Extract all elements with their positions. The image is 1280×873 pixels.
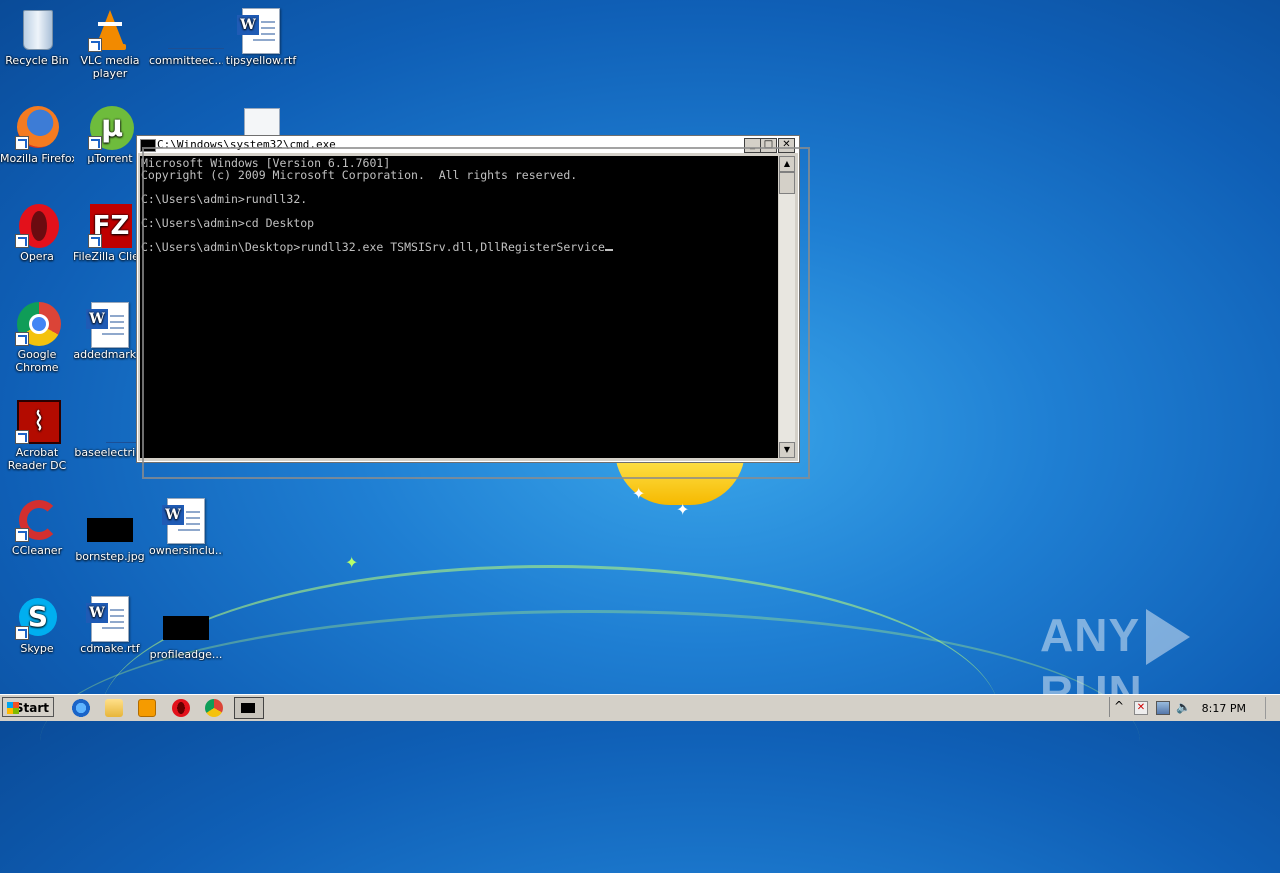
taskbar-cmd-button[interactable] — [234, 697, 264, 719]
desktop-icon-ccleaner[interactable]: CCleaner — [0, 498, 74, 557]
desktop-icon-label: profileadge... — [149, 648, 223, 661]
desktop-icon-label: Recycle Bin — [5, 54, 69, 67]
watermark-left: ANY — [1040, 609, 1141, 661]
cmd-window-title: C:\Windows\system32\cmd.exe — [157, 138, 336, 151]
word-document-icon: W — [237, 8, 283, 54]
cmd-icon — [241, 703, 255, 713]
desktop-icon-label: committeec... — [149, 54, 223, 67]
desktop-icon-firefox[interactable]: Mozilla Firefox — [0, 106, 74, 165]
text-cursor — [604, 249, 613, 251]
network-icon[interactable] — [1156, 701, 1170, 715]
shortcut-arrow-icon — [88, 38, 102, 52]
scroll-up-button[interactable]: ▲ — [779, 156, 795, 172]
console-line: C:\Users\admin>cd Desktop — [141, 216, 315, 230]
desktop-icon-committee[interactable]: committeec... — [149, 8, 224, 67]
windows-logo-icon — [7, 702, 19, 714]
desktop-icon-profileadge[interactable]: profileadge... — [149, 606, 223, 661]
shortcut-arrow-icon — [15, 136, 29, 150]
recycle-bin-icon — [15, 8, 59, 52]
image-thumbnail-icon — [87, 518, 133, 542]
system-tray: ^ ✕ 🔈 8:17 PM — [1109, 697, 1280, 719]
desktop-icon-label: Skype — [20, 642, 54, 655]
acrobat-icon: ⌇ — [15, 400, 61, 444]
desktop-icon-label: cdmake.rtf — [80, 642, 140, 655]
desktop-icon-chrome[interactable]: Google Chrome — [0, 302, 74, 374]
utorrent-icon: µ — [88, 106, 134, 150]
chrome-icon — [15, 302, 61, 346]
word-document-icon: W — [86, 302, 132, 348]
maximize-button[interactable]: □ — [760, 138, 777, 153]
chrome-icon[interactable] — [205, 699, 223, 717]
filezilla-icon: FZ — [88, 204, 132, 248]
desktop-icon-bornstep[interactable]: bornstep.jpg — [73, 508, 147, 563]
shortcut-arrow-icon — [15, 430, 29, 444]
desktop-icon-label: ownersinclu... — [149, 544, 223, 557]
internet-explorer-icon[interactable] — [72, 699, 90, 717]
console-line: Copyright (c) 2009 Microsoft Corporation… — [141, 168, 578, 182]
image-thumbnail-icon — [163, 616, 209, 640]
volume-icon[interactable]: 🔈 — [1176, 701, 1191, 713]
close-button[interactable]: ✕ — [778, 138, 795, 153]
explorer-icon[interactable] — [105, 699, 123, 717]
desktop-icon-tipsyellow[interactable]: W tipsyellow.rtf — [224, 8, 298, 67]
desktop-icon-opera[interactable]: Opera — [0, 204, 74, 263]
cmd-titlebar[interactable]: C:\Windows\system32\cmd.exe _ □ ✕ — [138, 137, 798, 153]
desktop-icon-label: Acrobat Reader DC — [7, 446, 67, 472]
tray-expand-button[interactable]: ^ — [1114, 699, 1124, 713]
opera-icon — [15, 204, 59, 248]
shortcut-arrow-icon — [15, 528, 29, 542]
desktop-icon-recycle-bin[interactable]: Recycle Bin — [0, 8, 74, 67]
desktop-icon-label: VLC media player — [80, 54, 140, 80]
opera-icon[interactable] — [172, 699, 190, 717]
taskbar: Start ^ ✕ 🔈 8:17 PM — [0, 694, 1280, 721]
scroll-thumb[interactable] — [779, 172, 795, 194]
desktop-icon-ownersinclu[interactable]: W ownersinclu... — [149, 498, 223, 557]
wallpaper-sparkle: ✦ — [345, 553, 359, 572]
shortcut-arrow-icon — [15, 626, 29, 640]
action-center-icon[interactable]: ✕ — [1134, 701, 1148, 715]
shortcut-arrow-icon — [88, 234, 102, 248]
firefox-icon — [15, 106, 59, 150]
desktop-icon-label: Google Chrome — [15, 348, 59, 374]
play-triangle-icon — [1146, 609, 1191, 665]
desktop-icon-vlc[interactable]: VLC media player — [73, 8, 147, 80]
shortcut-arrow-icon — [15, 234, 29, 248]
skype-icon: S — [15, 596, 59, 640]
blank-file-icon — [164, 8, 224, 52]
start-button[interactable]: Start — [2, 697, 54, 717]
media-player-icon[interactable] — [138, 699, 156, 717]
desktop-icon-cdmake[interactable]: W cdmake.rtf — [73, 596, 147, 655]
desktop-icon-label: bornstep.jpg — [75, 550, 145, 563]
desktop-icon-acrobat[interactable]: ⌇ Acrobat Reader DC — [0, 400, 74, 472]
shortcut-arrow-icon — [15, 332, 29, 346]
console-line: C:\Users\admin>rundll32. — [141, 192, 308, 206]
clock[interactable]: 8:17 PM — [1202, 699, 1246, 719]
desktop-icon-partial[interactable] — [244, 108, 280, 135]
show-desktop-button[interactable] — [1265, 697, 1280, 719]
shortcut-arrow-icon — [88, 136, 102, 150]
desktop-icon-label: Opera — [20, 250, 54, 263]
wallpaper-sparkle: ✦ — [676, 500, 690, 519]
scroll-down-button[interactable]: ▼ — [779, 442, 795, 458]
console-icon — [140, 139, 156, 152]
word-document-icon: W — [162, 498, 208, 544]
cmd-window[interactable]: C:\Windows\system32\cmd.exe _ □ ✕ Micros… — [136, 135, 800, 463]
start-label: Start — [14, 701, 49, 715]
word-document-icon: W — [86, 596, 132, 642]
ccleaner-icon — [15, 498, 59, 542]
console-input-line[interactable]: C:\Users\admin\Desktop>rundll32.exe TSMS… — [141, 240, 605, 254]
desktop-icon-skype[interactable]: S Skype — [0, 596, 74, 655]
blank-file-icon — [88, 400, 156, 444]
desktop-icon-label: Mozilla Firefox — [0, 152, 74, 165]
console-output[interactable]: Microsoft Windows [Version 6.1.7601] Cop… — [140, 156, 778, 458]
vlc-icon — [88, 8, 132, 52]
wallpaper-sparkle: ✦ — [632, 484, 646, 503]
minimize-button[interactable]: _ — [744, 138, 761, 153]
vertical-scrollbar[interactable]: ▲ ▼ — [779, 156, 795, 458]
desktop-icon-label: tipsyellow.rtf — [225, 54, 297, 67]
desktop-icon-label: CCleaner — [11, 544, 63, 557]
